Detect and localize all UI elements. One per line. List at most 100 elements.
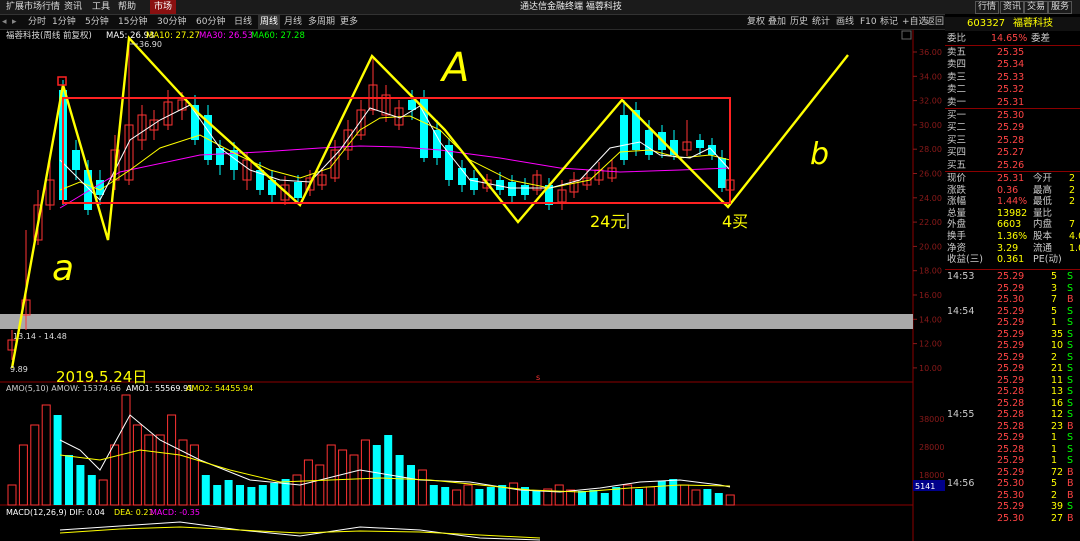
- period-tab-5min[interactable]: 5分钟: [85, 15, 109, 29]
- period-tab-30min[interactable]: 30分钟: [157, 15, 186, 29]
- tick-volume: 39: [1051, 501, 1064, 512]
- menu-item-news[interactable]: 资讯: [64, 0, 82, 14]
- period-tab-month[interactable]: 月线: [284, 15, 302, 29]
- tick-price: 25.29: [997, 271, 1025, 282]
- ask-label: 卖二: [947, 84, 967, 96]
- tick-volume: 72: [1051, 466, 1064, 478]
- y-tick-label: 10.00: [919, 364, 942, 373]
- amo-bar: [30, 424, 40, 506]
- candle-body-down: [294, 182, 302, 198]
- y-tick-label: 20.00: [919, 242, 942, 251]
- window-button-service[interactable]: 服务: [1048, 1, 1073, 14]
- stat-label: 外盘: [947, 219, 967, 231]
- stat-value: 6603: [997, 219, 1022, 231]
- amo-bar: [429, 485, 438, 505]
- period-tab-day[interactable]: 日线: [234, 15, 252, 29]
- menu-item-help[interactable]: 帮助: [118, 0, 136, 14]
- candle-body-down: [718, 158, 726, 188]
- amo2-line: [59, 449, 731, 493]
- period-tab-15min[interactable]: 15分钟: [118, 15, 147, 29]
- amo-bar: [7, 484, 17, 506]
- tick-row: 25.29 10 S: [945, 340, 1080, 352]
- tick-volume: 3: [1051, 282, 1058, 294]
- stat-label: 换手: [947, 231, 967, 242]
- menu-item-market[interactable]: 扩展市场行情: [6, 0, 60, 14]
- stat-value-2: 1.0: [1069, 242, 1080, 254]
- bid-row: 买一 25.30: [945, 110, 1080, 122]
- tick-row: 25.29 35 S: [945, 329, 1080, 341]
- tick-volume: 2: [1051, 489, 1058, 501]
- amo-bar: [65, 455, 73, 505]
- amo-bar: [315, 464, 325, 506]
- tick-volume: 1: [1051, 443, 1058, 455]
- stat-value: 0.361: [997, 254, 1025, 266]
- tick-side: S: [1067, 386, 1074, 397]
- tick-row: 25.29 2 S: [945, 352, 1080, 364]
- amo-bar: [635, 489, 643, 505]
- period-tab-week[interactable]: 周线: [258, 15, 281, 29]
- weibi-value: 14.65%: [991, 33, 1028, 44]
- tick-side: S: [1067, 397, 1074, 409]
- amo-bar: [121, 394, 131, 506]
- window-button-news[interactable]: 资讯: [1000, 1, 1025, 14]
- tool-history[interactable]: 历史: [790, 15, 808, 29]
- tick-side: S: [1067, 443, 1074, 455]
- start-marker: [57, 76, 67, 86]
- amo-bar: [407, 465, 415, 505]
- period-tab-1min[interactable]: 1分钟: [52, 15, 76, 29]
- tick-volume: 5: [1051, 305, 1058, 317]
- bid-label: 买二: [947, 122, 967, 134]
- bid-row: 买三 25.28: [945, 135, 1080, 147]
- tick-side: B: [1067, 420, 1074, 432]
- period-tab-fenshi[interactable]: 分时: [28, 15, 46, 29]
- amo-bar: [213, 485, 222, 505]
- tick-price: 25.28: [997, 397, 1025, 409]
- amo-bar: [189, 444, 199, 506]
- tool-stats[interactable]: 统计: [812, 15, 830, 29]
- amo-bar: [680, 484, 690, 506]
- tool-draw[interactable]: 画线: [836, 15, 854, 29]
- amo-bar: [669, 479, 678, 505]
- tool-add-favorite[interactable]: +自选: [902, 15, 928, 29]
- tool-overlay[interactable]: 叠加: [768, 15, 786, 29]
- stat-label-2: 流通: [1033, 242, 1053, 254]
- tick-row: 25.28 13 S: [945, 386, 1080, 398]
- tick-time: 14:56: [947, 478, 975, 489]
- tick-volume: 1: [1051, 455, 1058, 466]
- annotation-b: b: [810, 137, 829, 172]
- tick-time: 14:54: [947, 305, 975, 317]
- period-tab-60min[interactable]: 60分钟: [196, 15, 225, 29]
- period-tab-multi[interactable]: 多周期: [308, 15, 335, 29]
- candle-body-down: [521, 185, 529, 195]
- low-price-label: 9.89: [10, 365, 28, 374]
- stat-row: 净资 3.29 流通 1.0: [945, 243, 1080, 255]
- market-tab[interactable]: 市场: [150, 0, 177, 14]
- tool-fuquan[interactable]: 复权: [747, 15, 765, 29]
- window-button-trade[interactable]: 交易: [1024, 1, 1049, 14]
- stat-label: 涨幅: [947, 196, 967, 208]
- tool-back[interactable]: 返回: [926, 15, 944, 29]
- ma60-legend: MA60: 27.28: [251, 31, 305, 41]
- amo-bar: [725, 494, 735, 506]
- stat-label-2: 最低: [1033, 196, 1053, 208]
- window-title: 通达信金融终端 福蓉科技: [520, 2, 622, 12]
- tick-price: 25.29: [997, 432, 1025, 443]
- amo-bar: [110, 444, 120, 506]
- amo-bar: [224, 480, 233, 505]
- macd-dif-line: [59, 521, 541, 541]
- tool-f10[interactable]: F10: [860, 15, 877, 29]
- menu-item-tools[interactable]: 工具: [92, 0, 110, 14]
- toolbar-arrow-right-icon[interactable]: ▸: [12, 15, 17, 29]
- toolbar-arrow-icon[interactable]: ◂: [2, 15, 7, 29]
- annotation-4buy: 4买: [722, 212, 748, 231]
- annotation-24yuan: 24元: [590, 212, 626, 231]
- stat-value-2: 2: [1069, 196, 1076, 208]
- window-button-quotes[interactable]: 行情: [975, 1, 1000, 14]
- y-tick-label: 32.00: [919, 97, 942, 106]
- amo-bar: [691, 489, 701, 506]
- amo-legend-main: AMO(5,10) AMOW: 15374.66: [6, 384, 121, 393]
- tool-mark[interactable]: 标记: [880, 15, 898, 29]
- annotation-s-marker: s: [536, 373, 540, 382]
- kline-chart[interactable]: 福蓉科技(周线 前复权) MA5: 26.93 MA10: 27.27 MA30…: [0, 30, 945, 541]
- period-tab-more[interactable]: 更多: [340, 15, 358, 29]
